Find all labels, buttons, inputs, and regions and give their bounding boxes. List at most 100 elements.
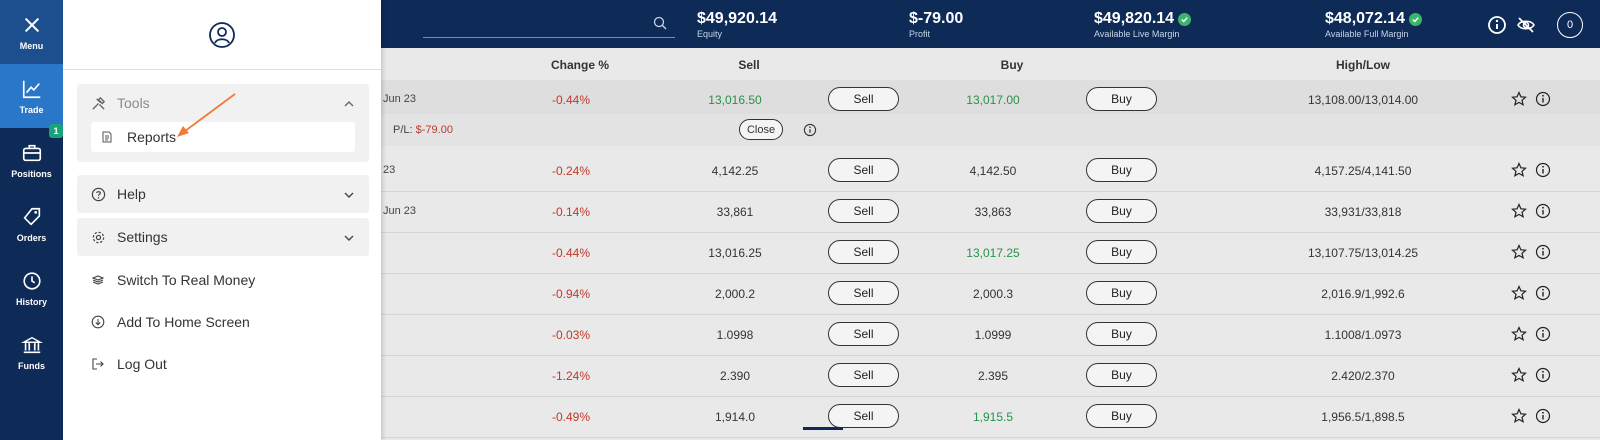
instrument-name: 23 [383,164,396,176]
highlow-cell: 1,956.5/1,898.5 [1321,410,1405,424]
briefcase-icon [22,144,41,161]
info-icon[interactable] [1535,285,1551,301]
account-avatar[interactable]: 0 [1557,12,1583,38]
buy-button[interactable]: Buy [1086,199,1157,223]
chevron-up-icon [344,101,354,107]
col-change: Change % [550,58,610,72]
tools-group: Tools Reports [77,84,369,162]
buy-price-cell: 13,017.00 [966,93,1020,107]
nav-history-label: History [15,296,47,307]
check-icon [1178,12,1192,26]
buy-button[interactable]: Buy [1086,281,1157,305]
buy-button[interactable]: Buy [1086,240,1157,264]
nav-history[interactable]: History [0,256,63,320]
nav-menu-label: Menu [19,40,44,51]
sell-button[interactable]: Sell [828,158,899,182]
nav-funds[interactable]: Funds [0,320,63,384]
chevron-down-icon [344,235,354,241]
sell-button[interactable]: Sell [828,240,899,264]
sell-button[interactable]: Sell [828,322,899,346]
menu-item-reports[interactable]: Reports [91,122,355,152]
menu-item-add-home[interactable]: Add To Home Screen [91,310,250,334]
change-cell: -0.03% [551,328,591,342]
download-circle-icon [91,315,105,329]
profit-stat: $-79.00 Profit [909,10,963,39]
gear-icon [92,231,105,243]
positions-badge: 1 [49,124,63,138]
star-icon[interactable] [1511,367,1527,383]
buy-button[interactable]: Buy [1086,363,1157,387]
menu-item-logout[interactable]: Log Out [91,352,167,376]
star-icon[interactable] [1511,203,1527,219]
reports-label: Reports [127,129,177,145]
sell-button[interactable]: Sell [828,281,899,305]
nav-menu[interactable]: Menu [0,0,63,64]
nav-trade-label: Trade [19,104,44,115]
search-input[interactable] [423,37,675,38]
bank-icon [20,336,43,353]
scroll-indicator [803,427,843,430]
change-cell: -0.44% [551,246,591,260]
help-group: Help [77,175,369,213]
star-icon[interactable] [1511,91,1527,107]
sell-price-cell: 1.0998 [716,328,754,342]
buy-button[interactable]: Buy [1086,87,1157,111]
info-icon[interactable] [1535,91,1551,107]
sell-price-cell: 4,142.25 [711,164,759,178]
buy-button[interactable]: Buy [1086,322,1157,346]
info-icon[interactable] [1535,326,1551,342]
settings-group: Settings [77,218,369,256]
instrument-name: Jun 23 [383,205,417,217]
equity-value: $49,920.14 [697,10,778,27]
nav-positions-label: Positions [11,168,52,179]
money-stack-icon [91,275,105,285]
sell-button[interactable]: Sell [828,199,899,223]
user-icon[interactable] [208,21,236,49]
help-header[interactable]: Help [77,175,369,213]
star-icon[interactable] [1511,244,1527,260]
info-icon[interactable] [1535,203,1551,219]
menu-item-switch-real-money[interactable]: Switch To Real Money [91,268,255,292]
close-position-button[interactable]: Close [739,119,783,140]
full-margin-label: Available Full Margin [1325,29,1409,39]
star-icon[interactable] [1511,326,1527,342]
profile-header [63,0,381,70]
info-icon[interactable] [1535,244,1551,260]
buy-button[interactable]: Buy [1086,158,1157,182]
settings-label: Settings [117,229,168,245]
tools-label: Tools [117,95,150,111]
info-icon[interactable] [1535,408,1551,424]
info-icon[interactable] [1535,367,1551,383]
sell-button[interactable]: Sell [828,404,899,428]
info-icon[interactable] [803,123,817,137]
info-icon[interactable] [1535,162,1551,178]
side-menu-panel: Tools Reports Help Settings Switch To Re… [63,0,381,440]
star-icon[interactable] [1511,162,1527,178]
buy-button[interactable]: Buy [1086,404,1157,428]
star-icon[interactable] [1511,285,1527,301]
highlow-cell: 13,108.00/13,014.00 [1307,93,1419,107]
sell-button[interactable]: Sell [828,87,899,111]
settings-header[interactable]: Settings [77,218,369,256]
info-icon[interactable] [1487,15,1507,35]
star-icon[interactable] [1511,408,1527,424]
pl-value: $-79.00 [415,124,453,136]
instrument-name: Jun 23 [383,93,417,105]
sell-price-cell: 33,861 [716,205,754,219]
live-margin-label: Available Live Margin [1094,29,1180,39]
search-icon[interactable] [652,15,668,31]
nav-orders[interactable]: Orders [0,192,63,256]
buy-price-cell: 2.395 [977,369,1009,383]
nav-funds-label: Funds [18,360,45,371]
switch-real-label: Switch To Real Money [117,272,256,288]
tools-header[interactable]: Tools [77,84,369,122]
highlow-cell: 4,157.25/4,141.50 [1314,164,1412,178]
nav-positions[interactable]: 1 Positions [0,124,63,192]
tag-icon [23,207,40,226]
equity-stat: $49,920.14 Equity [697,10,777,39]
eye-off-icon[interactable] [1516,15,1536,35]
live-margin-value: $49,820.14 [1094,10,1175,27]
full-margin-value: $48,072.14 [1325,10,1406,27]
sell-button[interactable]: Sell [828,363,899,387]
nav-trade[interactable]: Trade [0,64,63,128]
